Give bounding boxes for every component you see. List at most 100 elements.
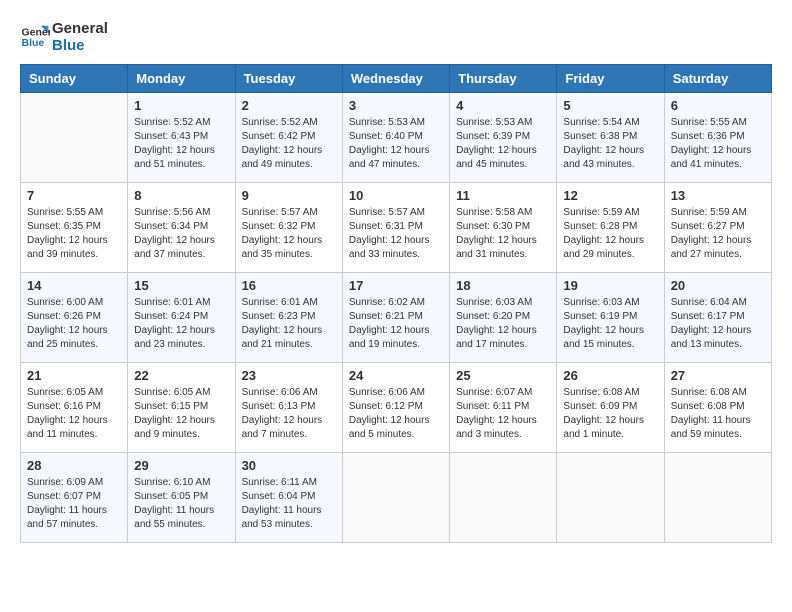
day-info: Sunrise: 5:52 AM Sunset: 6:42 PM Dayligh… <box>242 116 336 172</box>
day-number: 23 <box>242 368 336 383</box>
calendar-cell: 19 Sunrise: 6:03 AM Sunset: 6:19 PM Dayli… <box>557 273 664 363</box>
day-info: Sunrise: 5:58 AM Sunset: 6:30 PM Dayligh… <box>456 206 550 262</box>
day-number: 8 <box>134 188 228 203</box>
day-number: 12 <box>563 188 657 203</box>
calendar-cell: 29 Sunrise: 6:10 AM Sunset: 6:05 PM Dayli… <box>128 453 235 543</box>
logo: General Blue General Blue <box>20 20 108 54</box>
day-info: Sunrise: 6:07 AM Sunset: 6:11 PM Dayligh… <box>456 386 550 442</box>
day-number: 11 <box>456 188 550 203</box>
calendar-cell: 15 Sunrise: 6:01 AM Sunset: 6:24 PM Dayli… <box>128 273 235 363</box>
day-info: Sunrise: 6:03 AM Sunset: 6:19 PM Dayligh… <box>563 296 657 352</box>
day-info: Sunrise: 6:02 AM Sunset: 6:21 PM Dayligh… <box>349 296 443 352</box>
day-number: 20 <box>671 278 765 293</box>
calendar-cell: 4Sunrise: 5:53 AM Sunset: 6:39 PM Daylig… <box>450 93 557 183</box>
calendar-cell: 9 Sunrise: 5:57 AM Sunset: 6:32 PM Daylig… <box>235 183 342 273</box>
calendar-cell: 25 Sunrise: 6:07 AM Sunset: 6:11 PM Dayli… <box>450 363 557 453</box>
day-number: 1 <box>134 98 228 113</box>
calendar-cell: 28 Sunrise: 6:09 AM Sunset: 6:07 PM Dayli… <box>21 453 128 543</box>
calendar-cell: 14 Sunrise: 6:00 AM Sunset: 6:26 PM Dayli… <box>21 273 128 363</box>
day-number: 16 <box>242 278 336 293</box>
calendar-cell: 23 Sunrise: 6:06 AM Sunset: 6:13 PM Dayli… <box>235 363 342 453</box>
day-number: 28 <box>27 458 121 473</box>
logo-blue: Blue <box>52 37 108 54</box>
calendar-cell: 5Sunrise: 5:54 AM Sunset: 6:38 PM Daylig… <box>557 93 664 183</box>
day-info: Sunrise: 5:55 AM Sunset: 6:35 PM Dayligh… <box>27 206 121 262</box>
weekday-header-wednesday: Wednesday <box>342 65 449 93</box>
day-info: Sunrise: 6:05 AM Sunset: 6:15 PM Dayligh… <box>134 386 228 442</box>
logo-general: General <box>52 20 108 37</box>
day-number: 17 <box>349 278 443 293</box>
day-number: 29 <box>134 458 228 473</box>
calendar-header-row: SundayMondayTuesdayWednesdayThursdayFrid… <box>21 65 772 93</box>
calendar-cell: 11 Sunrise: 5:58 AM Sunset: 6:30 PM Dayli… <box>450 183 557 273</box>
day-number: 18 <box>456 278 550 293</box>
day-info: Sunrise: 6:06 AM Sunset: 6:13 PM Dayligh… <box>242 386 336 442</box>
calendar-week-1: 1 Sunrise: 5:52 AM Sunset: 6:43 PM Daylig… <box>21 93 772 183</box>
calendar-cell <box>664 453 771 543</box>
calendar-week-3: 14 Sunrise: 6:00 AM Sunset: 6:26 PM Dayli… <box>21 273 772 363</box>
svg-text:Blue: Blue <box>22 37 45 49</box>
day-info: Sunrise: 5:55 AM Sunset: 6:36 PM Dayligh… <box>671 116 765 172</box>
calendar-week-2: 7 Sunrise: 5:55 AM Sunset: 6:35 PM Daylig… <box>21 183 772 273</box>
day-info: Sunrise: 5:57 AM Sunset: 6:32 PM Dayligh… <box>242 206 336 262</box>
day-info: Sunrise: 6:01 AM Sunset: 6:24 PM Dayligh… <box>134 296 228 352</box>
day-number: 25 <box>456 368 550 383</box>
day-info: Sunrise: 6:09 AM Sunset: 6:07 PM Dayligh… <box>27 476 121 532</box>
calendar-cell: 24Sunrise: 6:06 AM Sunset: 6:12 PM Dayli… <box>342 363 449 453</box>
weekday-header-thursday: Thursday <box>450 65 557 93</box>
day-number: 14 <box>27 278 121 293</box>
calendar-cell: 21 Sunrise: 6:05 AM Sunset: 6:16 PM Dayli… <box>21 363 128 453</box>
day-number: 2 <box>242 98 336 113</box>
day-number: 22 <box>134 368 228 383</box>
calendar-cell <box>557 453 664 543</box>
calendar-cell: 13Sunrise: 5:59 AM Sunset: 6:27 PM Dayli… <box>664 183 771 273</box>
day-number: 24 <box>349 368 443 383</box>
weekday-header-tuesday: Tuesday <box>235 65 342 93</box>
calendar-cell: 6Sunrise: 5:55 AM Sunset: 6:36 PM Daylig… <box>664 93 771 183</box>
day-number: 19 <box>563 278 657 293</box>
day-info: Sunrise: 5:56 AM Sunset: 6:34 PM Dayligh… <box>134 206 228 262</box>
calendar-cell: 16 Sunrise: 6:01 AM Sunset: 6:23 PM Dayli… <box>235 273 342 363</box>
day-info: Sunrise: 6:08 AM Sunset: 6:08 PM Dayligh… <box>671 386 765 442</box>
day-number: 15 <box>134 278 228 293</box>
calendar-cell: 26 Sunrise: 6:08 AM Sunset: 6:09 PM Dayli… <box>557 363 664 453</box>
day-number: 9 <box>242 188 336 203</box>
calendar-week-4: 21 Sunrise: 6:05 AM Sunset: 6:16 PM Dayli… <box>21 363 772 453</box>
logo-icon: General Blue <box>20 22 50 52</box>
calendar-table: SundayMondayTuesdayWednesdayThursdayFrid… <box>20 64 772 543</box>
calendar-cell: 8 Sunrise: 5:56 AM Sunset: 6:34 PM Daylig… <box>128 183 235 273</box>
day-info: Sunrise: 6:01 AM Sunset: 6:23 PM Dayligh… <box>242 296 336 352</box>
weekday-header-friday: Friday <box>557 65 664 93</box>
day-number: 21 <box>27 368 121 383</box>
calendar-cell: 30Sunrise: 6:11 AM Sunset: 6:04 PM Dayli… <box>235 453 342 543</box>
day-info: Sunrise: 6:11 AM Sunset: 6:04 PM Dayligh… <box>242 476 336 532</box>
calendar-cell: 12 Sunrise: 5:59 AM Sunset: 6:28 PM Dayli… <box>557 183 664 273</box>
calendar-cell: 18 Sunrise: 6:03 AM Sunset: 6:20 PM Dayli… <box>450 273 557 363</box>
calendar-cell <box>450 453 557 543</box>
calendar-cell: 20 Sunrise: 6:04 AM Sunset: 6:17 PM Dayli… <box>664 273 771 363</box>
day-info: Sunrise: 5:57 AM Sunset: 6:31 PM Dayligh… <box>349 206 443 262</box>
day-info: Sunrise: 5:59 AM Sunset: 6:28 PM Dayligh… <box>563 206 657 262</box>
day-info: Sunrise: 6:00 AM Sunset: 6:26 PM Dayligh… <box>27 296 121 352</box>
calendar-cell: 22 Sunrise: 6:05 AM Sunset: 6:15 PM Dayli… <box>128 363 235 453</box>
day-info: Sunrise: 6:03 AM Sunset: 6:20 PM Dayligh… <box>456 296 550 352</box>
day-number: 7 <box>27 188 121 203</box>
calendar-cell: 7 Sunrise: 5:55 AM Sunset: 6:35 PM Daylig… <box>21 183 128 273</box>
calendar-cell <box>21 93 128 183</box>
day-info: Sunrise: 6:05 AM Sunset: 6:16 PM Dayligh… <box>27 386 121 442</box>
day-number: 5 <box>563 98 657 113</box>
day-number: 27 <box>671 368 765 383</box>
day-info: Sunrise: 6:08 AM Sunset: 6:09 PM Dayligh… <box>563 386 657 442</box>
calendar-cell <box>342 453 449 543</box>
weekday-header-monday: Monday <box>128 65 235 93</box>
page-header: General Blue General Blue <box>20 20 772 54</box>
weekday-header-sunday: Sunday <box>21 65 128 93</box>
day-number: 4 <box>456 98 550 113</box>
day-info: Sunrise: 6:10 AM Sunset: 6:05 PM Dayligh… <box>134 476 228 532</box>
day-info: Sunrise: 5:52 AM Sunset: 6:43 PM Dayligh… <box>134 116 228 172</box>
day-number: 26 <box>563 368 657 383</box>
day-info: Sunrise: 6:04 AM Sunset: 6:17 PM Dayligh… <box>671 296 765 352</box>
calendar-week-5: 28 Sunrise: 6:09 AM Sunset: 6:07 PM Dayli… <box>21 453 772 543</box>
calendar-cell: 17 Sunrise: 6:02 AM Sunset: 6:21 PM Dayli… <box>342 273 449 363</box>
day-number: 3 <box>349 98 443 113</box>
